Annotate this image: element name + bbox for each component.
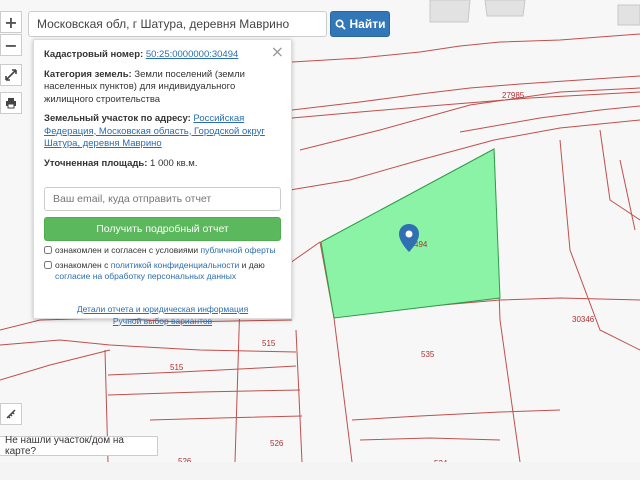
search-button-label: Найти <box>349 17 386 31</box>
map-label: 515 <box>170 363 184 372</box>
zoom-in-button[interactable]: + <box>0 11 22 33</box>
area-value: 1 000 кв.м. <box>150 157 198 169</box>
map-label: 515 <box>262 339 276 348</box>
address-label: Земельный участок по адресу: <box>44 113 191 124</box>
category-label: Категория земель: <box>44 68 132 80</box>
privacy-checkbox[interactable] <box>44 261 52 269</box>
bottom-strip <box>0 462 640 480</box>
search-icon <box>335 19 346 30</box>
map-label: 526 <box>270 439 284 448</box>
public-offer-link[interactable]: публичной оферты <box>201 245 276 255</box>
map-label: 535 <box>421 350 435 359</box>
ruler-icon <box>6 409 16 419</box>
map-label: 30346 <box>572 315 595 324</box>
search-button[interactable]: Найти <box>330 11 390 37</box>
privacy-consent-text: ознакомлен с политикой конфиденциальност… <box>55 260 281 282</box>
printer-icon <box>6 98 16 109</box>
search-input[interactable] <box>29 12 326 36</box>
building <box>484 0 526 17</box>
fullscreen-button[interactable] <box>0 64 22 86</box>
consent-text: ознакомлен с <box>55 260 109 270</box>
manual-selection-link[interactable]: Ручной выбор вариантов <box>44 316 281 328</box>
ruler-button[interactable] <box>0 403 22 425</box>
cadastral-number-link[interactable]: 50:25:0000000:30494 <box>146 49 238 60</box>
area-row: Уточненная площадь: 1 000 кв.м. <box>44 158 281 171</box>
report-details-link[interactable]: Детали отчета и юридическая информация <box>44 304 281 316</box>
address-row: Земельный участок по адресу: Российская … <box>44 113 281 151</box>
email-field[interactable] <box>44 187 281 211</box>
map-label: 27985 <box>502 91 525 100</box>
expand-icon <box>5 69 17 81</box>
area-label: Уточненная площадь: <box>44 157 148 169</box>
building <box>429 0 471 23</box>
close-icon[interactable]: × <box>271 44 284 60</box>
zoom-out-button[interactable]: − <box>0 34 22 56</box>
category-row: Категория земель: Земли поселений (земли… <box>44 69 281 107</box>
print-button[interactable] <box>0 92 22 114</box>
panel-links: Детали отчета и юридическая информация Р… <box>44 304 281 327</box>
consent-text: и даю <box>241 260 265 270</box>
personal-data-link[interactable]: согласие на обработку персональных данны… <box>55 271 236 281</box>
get-report-button[interactable]: Получить подробный отчет <box>44 217 281 241</box>
privacy-policy-link[interactable]: политикой конфиденциальности <box>111 260 240 270</box>
offer-consent-text: ознакомлен и согласен с условиями публич… <box>55 245 276 256</box>
consent-text: ознакомлен и согласен с условиями <box>55 245 199 255</box>
cadastral-row: Кадастровый номер: 50:25:0000000:30494 <box>44 49 281 62</box>
not-found-button[interactable]: Не нашли участок/дом на карте? <box>0 435 158 457</box>
privacy-consent: ознакомлен с политикой конфиденциальност… <box>44 260 281 282</box>
cadastral-label: Кадастровый номер: <box>44 49 144 60</box>
building <box>617 4 640 26</box>
offer-checkbox[interactable] <box>44 246 52 254</box>
offer-consent: ознакомлен и согласен с условиями публич… <box>44 245 281 256</box>
search-box <box>28 11 327 37</box>
parcel-info-panel: × Кадастровый номер: 50:25:0000000:30494… <box>33 39 292 326</box>
